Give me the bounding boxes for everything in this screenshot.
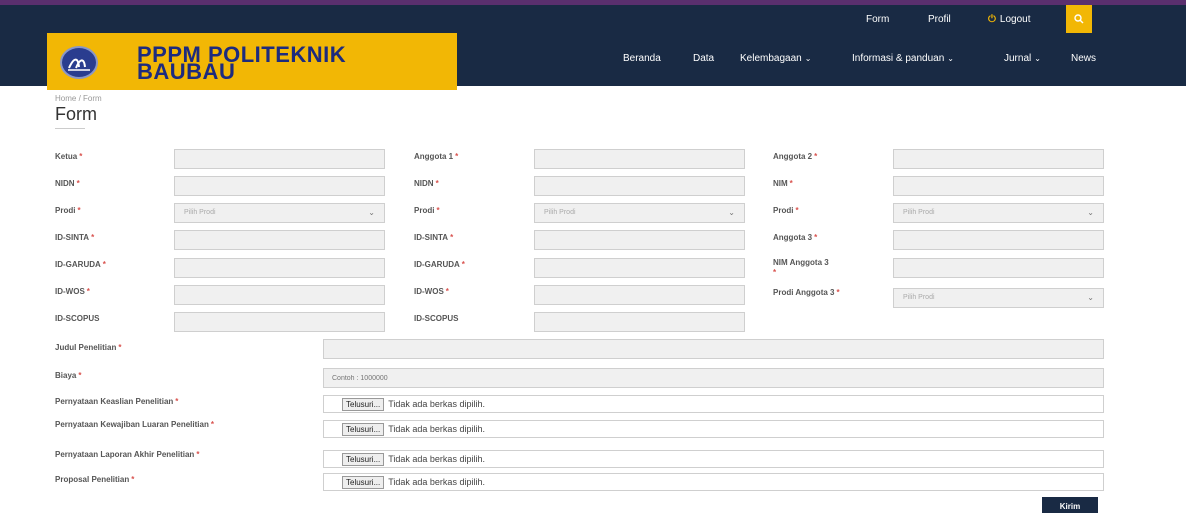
nim-anggota2-input[interactable] <box>893 176 1104 196</box>
brand-subtitle: BAUBAU <box>137 59 236 84</box>
anggota2-input[interactable] <box>893 149 1104 169</box>
kewajiban-file-input[interactable]: Telusuri... Tidak ada berkas dipilih. <box>323 420 1104 438</box>
logout-label: Logout <box>999 14 1031 25</box>
page-title: Form <box>55 104 97 124</box>
submit-button[interactable]: Kirim <box>1042 497 1098 513</box>
prodi-anggota3-label: Prodi Anggota 3 * <box>773 288 840 297</box>
nav-kelembagaan-label: Kelembagaan <box>740 53 802 64</box>
prodi-anggota2-value: Pilih Prodi <box>903 209 935 216</box>
prodi-anggota1-value: Pilih Prodi <box>544 209 576 216</box>
nav-informasi[interactable]: Informasi & panduan ⌄ <box>852 53 954 64</box>
keaslian-label: Pernyataan Keaslian Penelitian * <box>55 397 179 406</box>
id-garuda-anggota1-label: ID-GARUDA * <box>414 260 465 269</box>
anggota1-label: Anggota 1 * <box>414 152 459 161</box>
nim-anggota2-label: NIM * <box>773 179 793 188</box>
id-sinta-anggota1-label: ID-SINTA * <box>414 233 454 242</box>
nidn-ketua-input[interactable] <box>174 176 385 196</box>
anggota3-label: Anggota 3 * <box>773 233 818 242</box>
chevron-down-icon: ⌄ <box>947 54 954 63</box>
ketua-input[interactable] <box>174 149 385 169</box>
prodi-anggota2-label: Prodi * <box>773 206 799 215</box>
nidn-anggota1-input[interactable] <box>534 176 745 196</box>
id-garuda-ketua-input[interactable] <box>174 258 385 278</box>
proposal-label: Proposal Penelitian * <box>55 475 135 484</box>
nav-kelembagaan[interactable]: Kelembagaan ⌄ <box>740 53 811 64</box>
judul-penelitian-input[interactable] <box>323 339 1104 359</box>
biaya-label: Biaya * <box>55 371 82 380</box>
id-sinta-ketua-label: ID-SINTA * <box>55 233 95 242</box>
prodi-anggota1-select[interactable]: Pilih Prodi ⌄ <box>534 203 745 223</box>
prodi-anggota3-select[interactable]: Pilih Prodi ⌄ <box>893 288 1104 308</box>
nav-data[interactable]: Data <box>693 53 714 64</box>
logo-icon <box>60 46 98 79</box>
nav-news[interactable]: News <box>1071 53 1096 64</box>
laporan-browse-button[interactable]: Telusuri... <box>342 453 385 466</box>
id-scopus-ketua-input[interactable] <box>174 312 385 332</box>
chevron-down-icon: ⌄ <box>728 208 735 217</box>
id-scopus-anggota1-label: ID-SCOPUS <box>414 314 459 323</box>
judul-penelitian-label: Judul Penelitian * <box>55 343 122 352</box>
id-scopus-ketua-label: ID-SCOPUS <box>55 314 100 323</box>
kewajiban-browse-button[interactable]: Telusuri... <box>342 423 385 436</box>
id-sinta-ketua-input[interactable] <box>174 230 385 250</box>
prodi-ketua-select[interactable]: Pilih Prodi ⌄ <box>174 203 385 223</box>
power-icon: ⏻ <box>988 14 996 25</box>
nidn-anggota1-label: NIDN * <box>414 179 439 188</box>
chevron-down-icon: ⌄ <box>1034 54 1041 63</box>
id-garuda-anggota1-input[interactable] <box>534 258 745 278</box>
prodi-anggota3-value: Pilih Prodi <box>903 294 935 301</box>
proposal-file-input[interactable]: Telusuri... Tidak ada berkas dipilih. <box>323 473 1104 491</box>
search-button[interactable] <box>1066 5 1092 33</box>
id-wos-ketua-label: ID-WOS * <box>55 287 90 296</box>
kewajiban-label: Pernyataan Kewajiban Luaran Penelitian * <box>55 420 214 429</box>
prodi-anggota2-select[interactable]: Pilih Prodi ⌄ <box>893 203 1104 223</box>
id-sinta-anggota1-input[interactable] <box>534 230 745 250</box>
main-header: PPPM POLITEKNIK BAUBAU Beranda Data Kele… <box>0 33 1186 90</box>
nav-informasi-label: Informasi & panduan <box>852 53 945 64</box>
chevron-down-icon: ⌄ <box>804 54 812 63</box>
biaya-input[interactable] <box>323 368 1104 388</box>
kewajiban-file-status: Tidak ada berkas dipilih. <box>388 424 485 434</box>
prodi-ketua-value: Pilih Prodi <box>184 209 216 216</box>
prodi-ketua-label: Prodi * <box>55 206 81 215</box>
keaslian-file-status: Tidak ada berkas dipilih. <box>388 399 485 409</box>
proposal-file-status: Tidak ada berkas dipilih. <box>388 477 485 487</box>
chevron-down-icon: ⌄ <box>1087 293 1094 302</box>
anggota3-input[interactable] <box>893 230 1104 250</box>
nav-jurnal[interactable]: Jurnal ⌄ <box>1004 53 1041 64</box>
prodi-anggota1-label: Prodi * <box>414 206 440 215</box>
laporan-file-status: Tidak ada berkas dipilih. <box>388 454 485 464</box>
top-bar: Form Profil ⏻ Logout <box>0 0 1186 33</box>
ketua-label: Ketua * <box>55 152 83 161</box>
top-link-form[interactable]: Form <box>866 14 889 25</box>
chevron-down-icon: ⌄ <box>368 208 375 217</box>
nim-anggota3-input[interactable] <box>893 258 1104 278</box>
nav-beranda[interactable]: Beranda <box>623 53 661 64</box>
nidn-ketua-label: NIDN * <box>55 179 80 188</box>
breadcrumb: Home / Form <box>55 94 102 103</box>
laporan-file-input[interactable]: Telusuri... Tidak ada berkas dipilih. <box>323 450 1104 468</box>
nav-jurnal-label: Jurnal <box>1004 53 1032 64</box>
laporan-label: Pernyataan Laporan Akhir Penelitian * <box>55 450 200 459</box>
title-divider <box>55 128 85 129</box>
id-wos-anggota1-label: ID-WOS * <box>414 287 449 296</box>
brand-block[interactable]: PPPM POLITEKNIK BAUBAU <box>47 33 457 90</box>
id-scopus-anggota1-input[interactable] <box>534 312 745 332</box>
id-wos-anggota1-input[interactable] <box>534 285 745 305</box>
top-link-profil[interactable]: Profil <box>928 14 951 25</box>
keaslian-file-input[interactable]: Telusuri... Tidak ada berkas dipilih. <box>323 395 1104 413</box>
id-wos-ketua-input[interactable] <box>174 285 385 305</box>
id-garuda-ketua-label: ID-GARUDA * <box>55 260 106 269</box>
top-link-logout[interactable]: ⏻ Logout <box>988 14 1031 25</box>
anggota1-input[interactable] <box>534 149 745 169</box>
nim-anggota3-label: NIM Anggota 3 * <box>773 258 829 277</box>
chevron-down-icon: ⌄ <box>1087 208 1094 217</box>
proposal-browse-button[interactable]: Telusuri... <box>342 476 385 489</box>
search-icon <box>1074 14 1084 24</box>
keaslian-browse-button[interactable]: Telusuri... <box>342 398 385 411</box>
anggota2-label: Anggota 2 * <box>773 152 818 161</box>
